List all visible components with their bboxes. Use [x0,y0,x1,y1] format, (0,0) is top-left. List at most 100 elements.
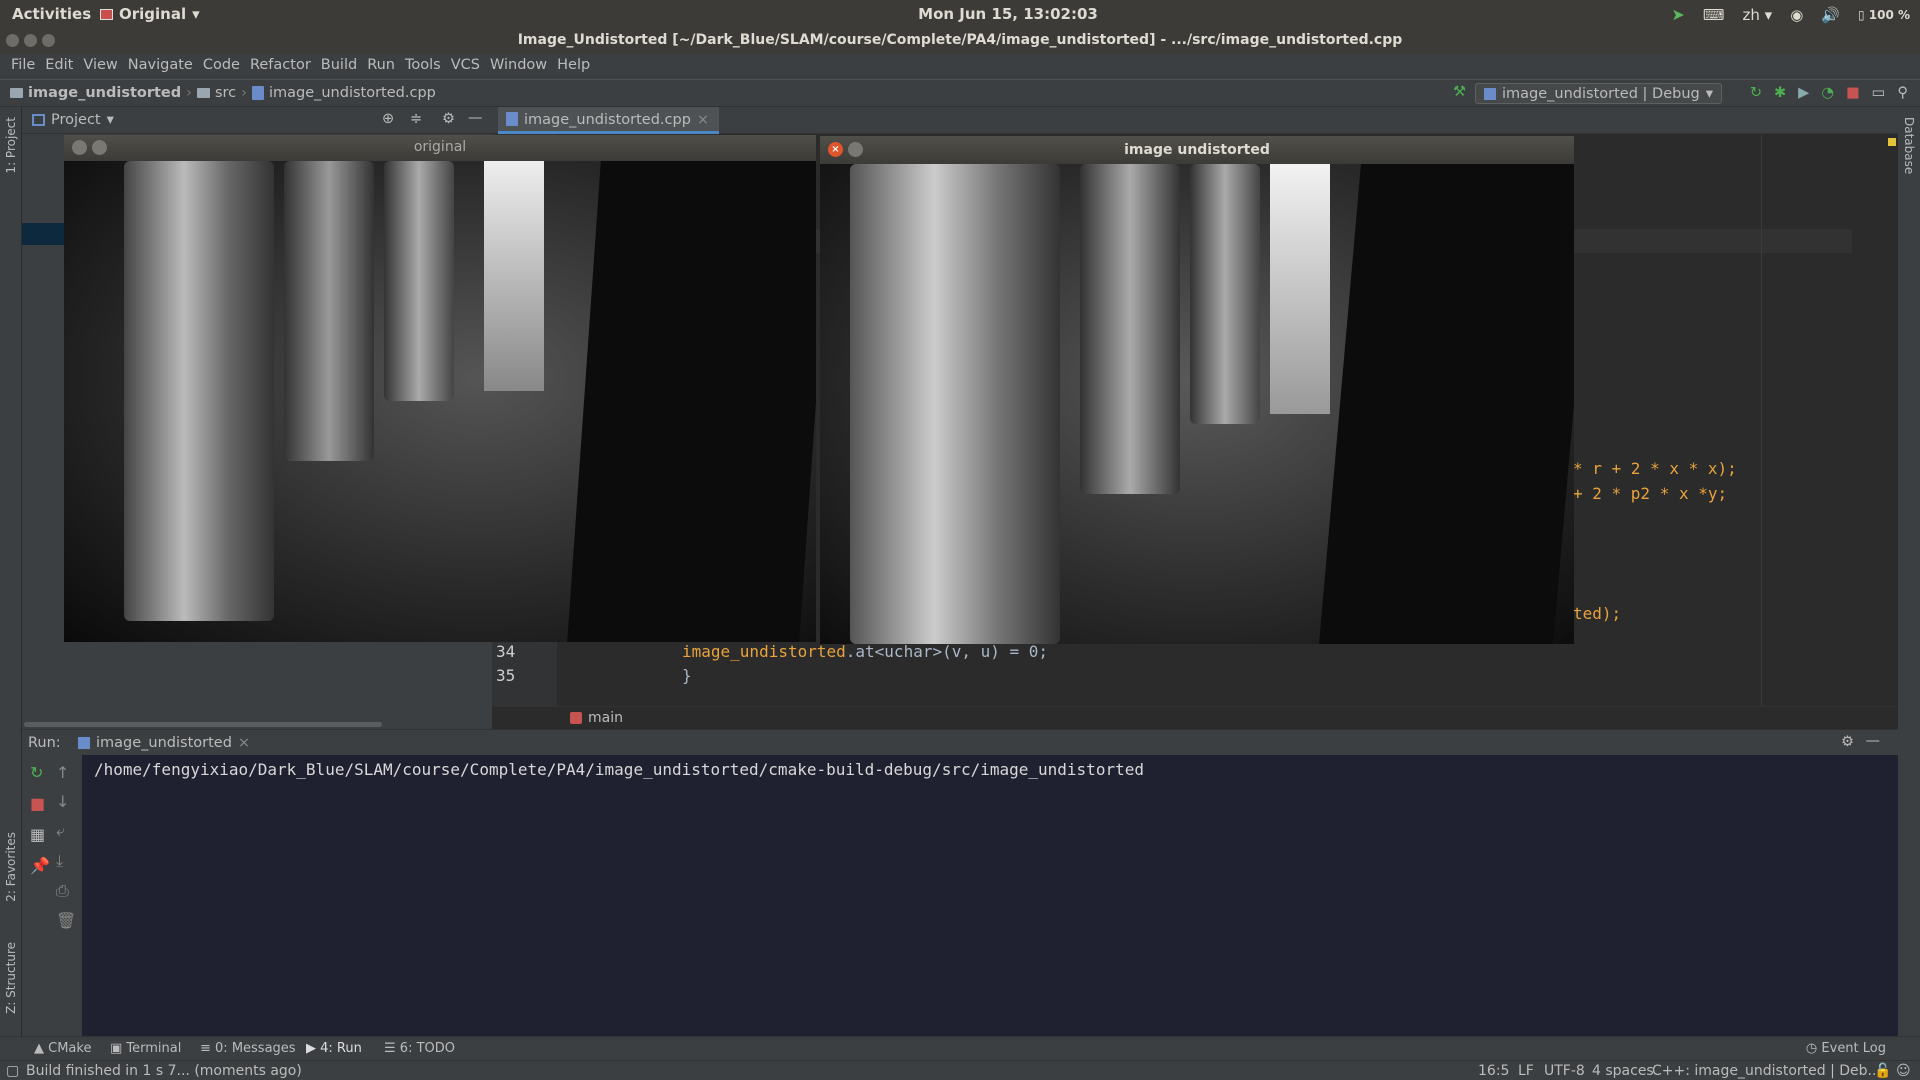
hide-icon[interactable]: — [1866,733,1881,749]
tank-shape [1080,164,1180,494]
resolve-context[interactable]: C++: image_undistorted | Deb... [1652,1063,1881,1079]
down-arrow-icon[interactable]: ↓ [56,792,76,811]
locate-icon[interactable]: ⊕ [382,111,394,127]
line-separator[interactable]: LF [1518,1063,1534,1079]
lock-icon[interactable]: 🔓 [1874,1063,1891,1079]
tool-window-structure[interactable]: Z: Structure [4,942,18,1014]
function-crumb-label: main [588,710,623,726]
menu-window[interactable]: Window [485,54,552,79]
chevron-down-icon: ▾ [192,5,200,23]
status-icon[interactable]: ▢ [6,1063,19,1079]
tool-window-project[interactable]: 1: Project [4,117,18,174]
run-tab-label: image_undistorted [96,735,232,751]
project-tree-selection[interactable] [22,223,64,245]
rerun-icon[interactable]: ↻ [1750,85,1762,101]
tool-window-database[interactable]: Database [1902,117,1916,174]
menu-edit[interactable]: Edit [40,54,78,79]
layout-icon[interactable]: ▭ [1872,85,1886,101]
debug-icon[interactable]: ✱ [1774,85,1786,101]
undistorted-window-title: image undistorted [1124,142,1270,158]
input-language[interactable]: zh ▾ [1742,6,1772,24]
menu-run[interactable]: Run [362,54,400,79]
soft-wrap-icon[interactable]: ⤶ [56,821,76,841]
menu-navigate[interactable]: Navigate [123,54,198,79]
tab-terminal[interactable]: ▣ Terminal [110,1041,181,1056]
analysis-status-icon[interactable] [1888,138,1896,146]
breadcrumb-project[interactable]: image_undistorted [28,85,181,101]
send-icon[interactable]: ➤ [1671,5,1684,24]
coverage-icon[interactable]: ▶ [1798,85,1809,101]
pin-icon[interactable]: 📌 [30,856,50,875]
tab-cmake[interactable]: ▲ CMake [34,1041,91,1056]
tab-messages[interactable]: ≡ 0: Messages [200,1041,296,1056]
code-fragment: * r + 2 * x * x); [1573,459,1737,478]
close-icon[interactable]: × [238,735,250,751]
file-encoding[interactable]: UTF-8 [1544,1063,1585,1079]
original-image-window[interactable]: original [64,135,816,642]
function-crumb[interactable]: main [570,710,623,726]
system-tray[interactable]: ➤ ⌨ zh ▾ ◉ 🔊 ▯ 100 % [1671,5,1910,24]
run-tab[interactable]: image_undistorted × [78,735,250,751]
rerun-icon[interactable]: ↻ [30,763,50,782]
undistorted-image-window[interactable]: × image undistorted [820,136,1574,644]
activities-button[interactable]: Activities [12,5,91,23]
keyboard-icon[interactable]: ⌨ [1703,6,1725,24]
toolbar-actions: ↻ ✱ ▶ ◔ ■ ▭ ⚲ [1750,85,1908,101]
menu-vcs[interactable]: VCS [446,54,485,79]
menu-build[interactable]: Build [316,54,362,79]
tank-shape [850,164,1060,644]
tab-run[interactable]: ▶ 4: Run [306,1041,362,1056]
bottom-tool-tabs: ▲ CMake ▣ Terminal ≡ 0: Messages ▶ 4: Ru… [0,1036,1920,1060]
volume-icon[interactable]: 🔊 [1821,6,1840,24]
menu-tools[interactable]: Tools [400,54,446,79]
breadcrumb-folder[interactable]: src [215,85,236,101]
editor-scrollbar[interactable] [1886,134,1898,706]
run-console[interactable]: /home/fengyixiao/Dark_Blue/SLAM/course/C… [82,755,1898,1036]
original-window-title: original [413,139,467,155]
up-arrow-icon[interactable]: ↑ [56,763,76,782]
breadcrumb-file[interactable]: image_undistorted.cpp [269,85,436,101]
tool-window-favorites[interactable]: 2: Favorites [4,832,18,902]
line-number: 35 [496,666,516,685]
clock[interactable]: Mon Jun 15, 13:02:03 [888,5,1128,23]
gear-icon[interactable]: ⚙ [1841,734,1854,750]
print-icon[interactable]: ⎙ [56,881,76,901]
stop-icon[interactable]: ■ [30,794,50,813]
menu-view[interactable]: View [78,54,122,79]
close-icon[interactable]: × [697,112,709,131]
indent-setting[interactable]: 4 spaces [1592,1063,1654,1079]
run-configuration-select[interactable]: image_undistorted | Debug ▾ [1475,83,1722,104]
search-icon[interactable]: ⚲ [1897,85,1908,101]
trash-icon[interactable]: 🗑 [56,911,76,930]
scroll-to-end-icon[interactable]: ⤓ [56,851,76,871]
tank-shape [124,161,274,621]
wifi-icon[interactable]: ◉ [1790,6,1803,24]
gear-icon[interactable]: ⚙ [442,111,455,127]
folder-icon [196,88,210,98]
menu-refactor[interactable]: Refactor [245,54,316,79]
caret-position[interactable]: 16:5 [1478,1063,1509,1079]
menu-code[interactable]: Code [198,54,245,79]
status-message[interactable]: Build finished in 1 s 7... (moments ago) [26,1063,302,1079]
project-scrollbar[interactable] [24,722,382,727]
dark-door [567,161,816,642]
tank-shape [284,161,374,461]
profile-icon[interactable]: ◔ [1821,85,1834,101]
app-menu[interactable]: Original ▾ [100,5,200,23]
chevron-down-icon: ▾ [106,112,114,128]
tab-todo[interactable]: ☰ 6: TODO [384,1041,455,1056]
menu-help[interactable]: Help [552,54,595,79]
build-hammer-icon[interactable]: ⚒ [1453,84,1466,100]
hide-icon[interactable]: — [468,110,483,126]
inspector-icon[interactable]: ☺ [1896,1063,1911,1079]
menu-file[interactable]: File [6,54,40,79]
collapse-all-icon[interactable]: ≑ [410,111,422,127]
layout-icon[interactable]: ▦ [30,825,50,844]
event-log-button[interactable]: ◷ Event Log [1806,1041,1886,1056]
battery-indicator[interactable]: ▯ 100 % [1858,8,1910,22]
tab-image-undistorted-cpp[interactable]: image_undistorted.cpp × [498,107,720,134]
stop-icon[interactable]: ■ [1846,85,1860,101]
project-panel-title: Project [51,112,101,128]
original-image [64,161,816,642]
project-view-select[interactable]: Project ▾ [32,112,114,128]
